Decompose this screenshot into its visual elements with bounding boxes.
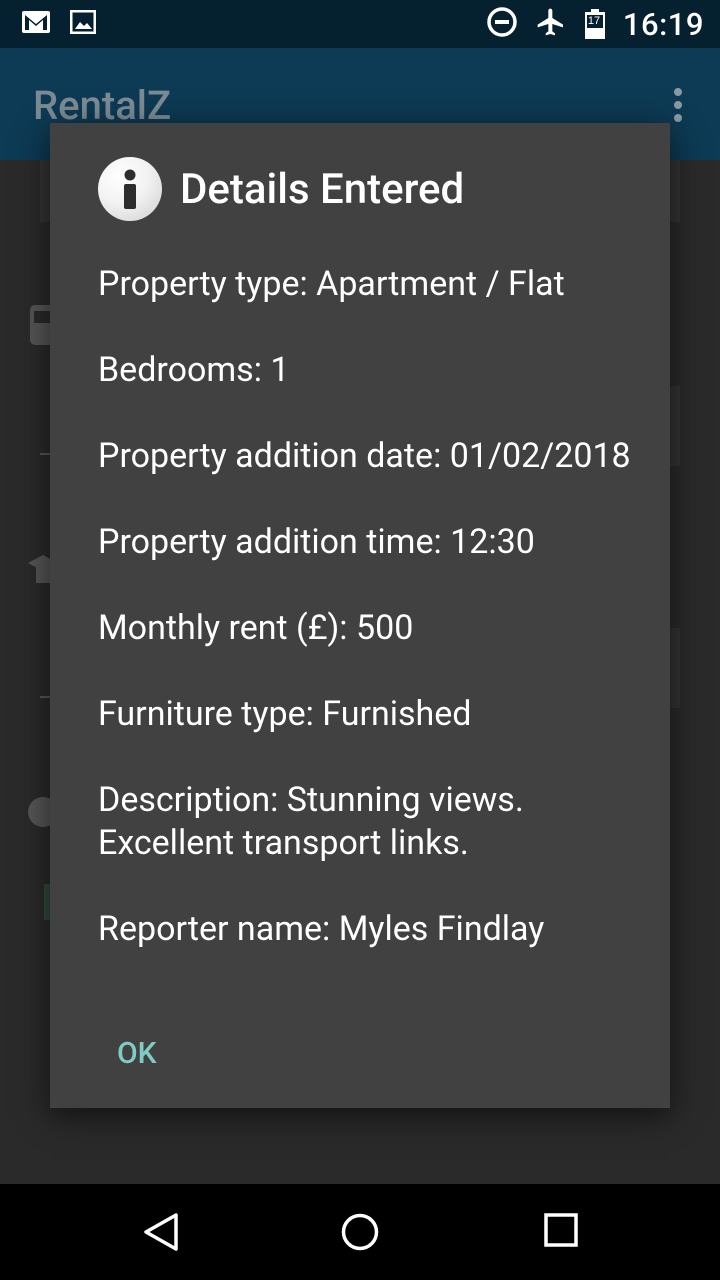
dialog-title: Details Entered	[180, 164, 465, 214]
dialog-body: Property type: Apartment / Flat Bedrooms…	[98, 263, 638, 994]
detail-addition-date: Property addition date: 01/02/2018	[98, 436, 631, 476]
airplane-icon	[535, 6, 567, 42]
detail-bedrooms: Bedrooms: 1	[98, 350, 290, 390]
overflow-menu-icon[interactable]	[674, 88, 682, 127]
do-not-disturb-icon	[487, 7, 517, 41]
detail-monthly-rent: Monthly rent (£): 500	[98, 608, 414, 648]
detail-property-type: Property type: Apartment / Flat	[98, 264, 565, 304]
detail-addition-time: Property addition time: 12:30	[98, 522, 535, 562]
detail-furniture-type: Furniture type: Furnished	[98, 694, 472, 734]
app-title: RentalZ	[33, 82, 172, 129]
detail-reporter-name: Reporter name: Myles Findlay	[98, 909, 545, 949]
gallery-icon	[69, 9, 97, 38]
status-bar: 17 16:19	[0, 0, 720, 48]
dialog-header: Details Entered	[98, 157, 464, 221]
gmail-icon	[22, 11, 50, 37]
status-time: 16:19	[622, 5, 704, 43]
info-icon	[98, 157, 162, 221]
recents-icon[interactable]	[543, 1212, 579, 1252]
back-icon[interactable]	[142, 1212, 180, 1256]
detail-description: Description: Stunning views. Excellent t…	[98, 780, 524, 863]
calendar-icon: 17	[584, 9, 605, 39]
ok-button[interactable]: OK	[117, 1036, 157, 1071]
details-dialog: Details Entered Property type: Apartment…	[50, 123, 670, 1108]
home-icon[interactable]	[340, 1212, 380, 1256]
navigation-bar	[0, 1184, 720, 1280]
calendar-day: 17	[587, 15, 601, 27]
